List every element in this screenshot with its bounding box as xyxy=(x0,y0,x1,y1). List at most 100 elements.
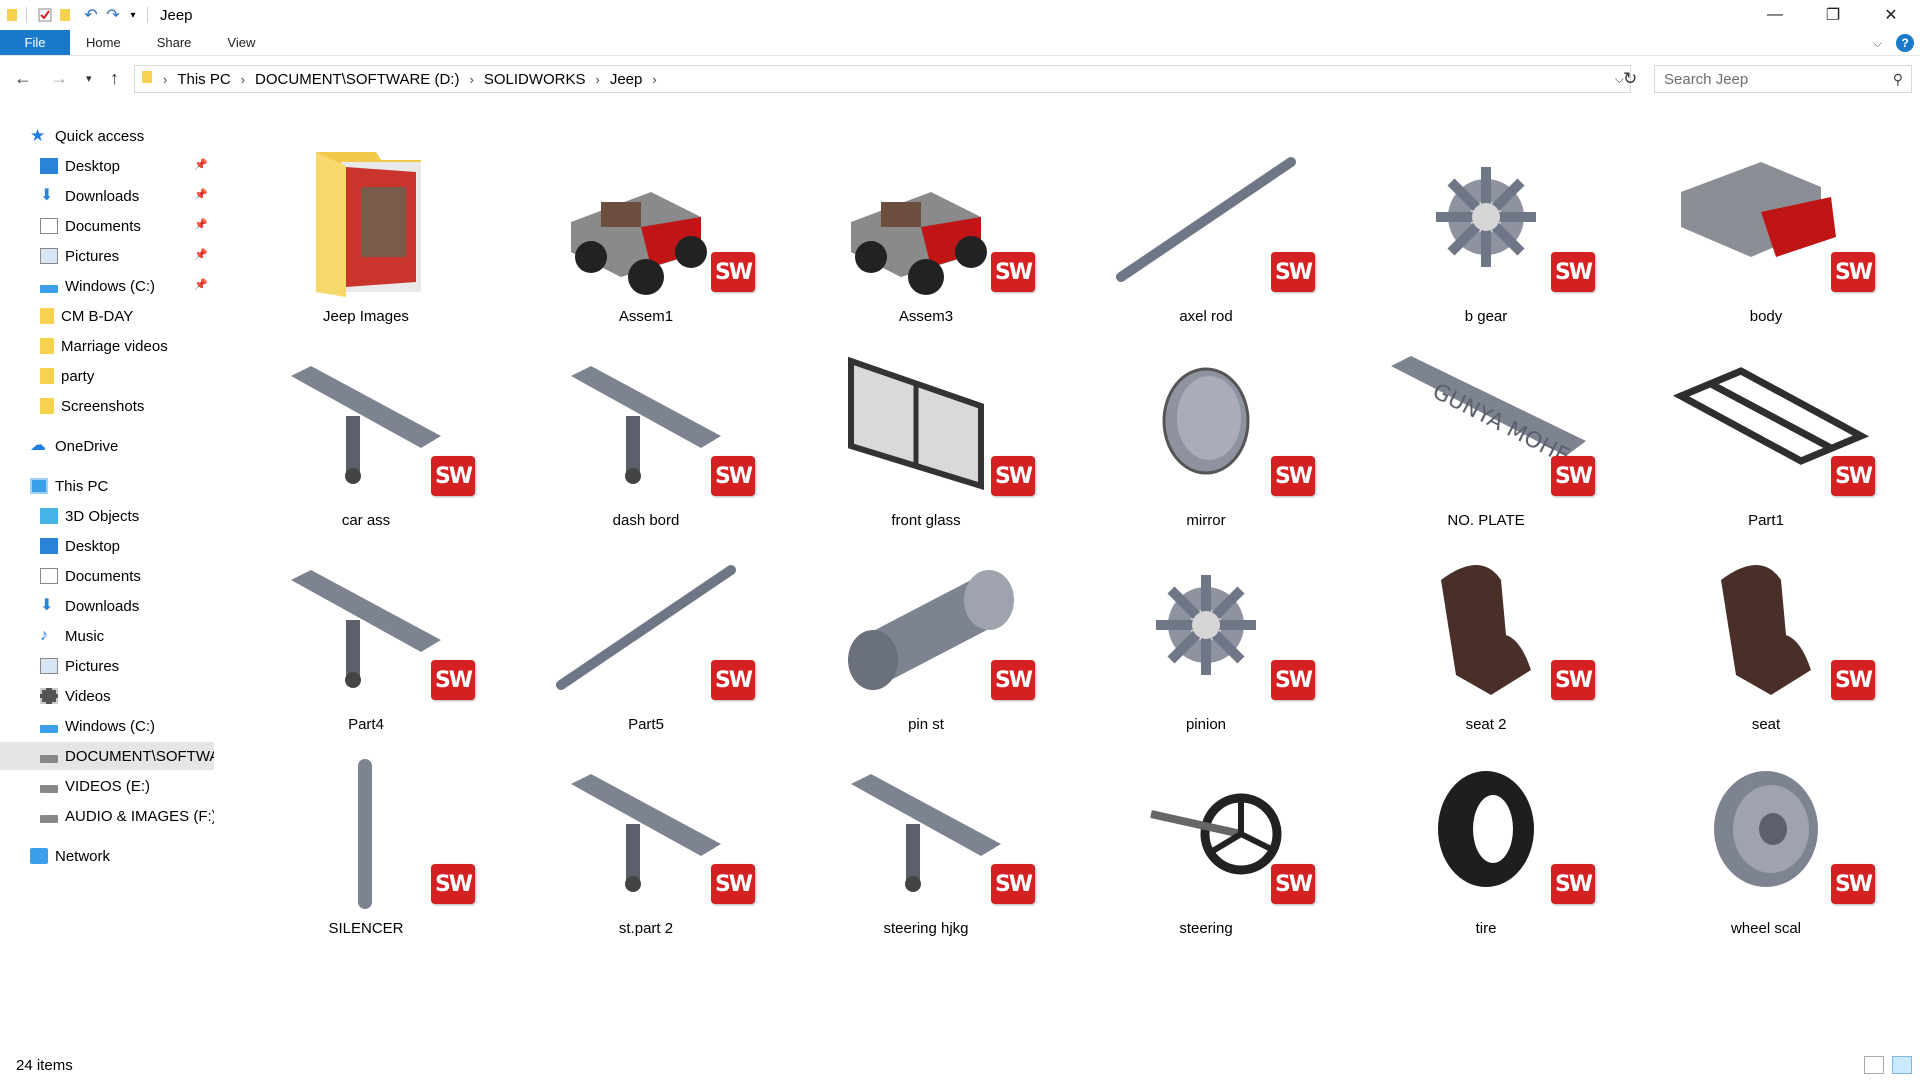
sidebar-item-pictures[interactable]: Pictures 📌 xyxy=(40,242,214,270)
back-arrow-icon[interactable]: ← xyxy=(14,68,32,89)
pin-icon[interactable]: 📌 xyxy=(194,278,208,291)
file-item[interactable]: SW dash bord xyxy=(516,336,776,540)
file-item[interactable]: Jeep Images xyxy=(236,132,496,336)
pin-icon[interactable]: 📌 xyxy=(194,188,208,201)
file-item[interactable]: GUNYA MOHE SW NO. PLATE xyxy=(1356,336,1616,540)
file-item[interactable]: SW seat xyxy=(1636,540,1896,744)
chevron-right-icon[interactable]: › xyxy=(163,72,167,87)
solidworks-icon: SW xyxy=(1551,864,1595,904)
file-item[interactable]: SW mirror xyxy=(1076,336,1336,540)
file-item[interactable]: SW seat 2 xyxy=(1356,540,1616,744)
file-item[interactable]: SW wheel scal xyxy=(1636,744,1896,948)
sidebar-item-party[interactable]: party xyxy=(40,362,214,390)
file-item[interactable]: SW axel rod xyxy=(1076,132,1336,336)
pin-icon[interactable]: 📌 xyxy=(194,158,208,171)
sidebar-item-drive-d[interactable]: DOCUMENT\SOFTWARE (D:) xyxy=(0,742,214,770)
details-view-button[interactable] xyxy=(1864,1056,1884,1074)
sidebar-label: Downloads xyxy=(65,187,140,205)
file-item[interactable]: SW Part1 xyxy=(1636,336,1896,540)
file-item[interactable]: SW tire xyxy=(1356,744,1616,948)
solidworks-icon: SW xyxy=(991,252,1035,292)
sidebar-label: Desktop xyxy=(65,537,121,555)
sidebar-item-pc-downloads[interactable]: ⬇ Downloads xyxy=(40,592,214,620)
expand-ribbon-icon[interactable]: ⌵ xyxy=(1873,36,1882,51)
rim-thumbnail: SW xyxy=(1651,744,1881,914)
sidebar-item-network[interactable]: Network xyxy=(30,842,210,870)
cube-icon xyxy=(40,508,58,524)
file-item[interactable]: SW st.part 2 xyxy=(516,744,776,948)
file-item[interactable]: SW Assem1 xyxy=(516,132,776,336)
sidebar-item-videos[interactable]: Videos xyxy=(40,682,214,710)
maximize-button[interactable]: ❐ xyxy=(1804,0,1862,30)
sidebar-item-desktop[interactable]: Desktop 📌 xyxy=(40,152,214,180)
chevron-right-icon[interactable]: › xyxy=(652,72,656,87)
sidebar-item-windows-c[interactable]: Windows (C:) 📌 xyxy=(40,272,214,300)
sidebar-item-this-pc[interactable]: This PC xyxy=(30,472,210,500)
search-input[interactable]: Search Jeep ⚲ xyxy=(1654,65,1912,93)
sidebar-item-screenshots[interactable]: Screenshots xyxy=(40,392,214,420)
file-item[interactable]: SW SILENCER xyxy=(236,744,496,948)
file-item[interactable]: SW Part4 xyxy=(236,540,496,744)
sidebar-label: Marriage videos xyxy=(61,337,168,355)
file-item[interactable]: SW pin st xyxy=(796,540,1056,744)
solidworks-icon: SW xyxy=(711,864,755,904)
frame-thumbnail: SW xyxy=(1651,336,1881,506)
file-item[interactable]: SW pinion xyxy=(1076,540,1336,744)
chevron-right-icon[interactable]: › xyxy=(469,72,473,87)
file-item[interactable]: SW Part5 xyxy=(516,540,776,744)
breadcrumb-jeep[interactable]: Jeep xyxy=(610,71,643,88)
redo-icon[interactable]: ↷ xyxy=(105,7,121,24)
sidebar-item-drive-e[interactable]: VIDEOS (E:) xyxy=(40,772,214,800)
refresh-icon[interactable]: ↻ xyxy=(1623,69,1637,89)
tab-home[interactable]: Home xyxy=(70,30,139,55)
tab-view[interactable]: View xyxy=(209,30,273,55)
sidebar-item-cm-bday[interactable]: CM B-DAY xyxy=(40,302,214,330)
minimize-button[interactable]: — xyxy=(1746,0,1804,30)
undo-icon[interactable]: ↶ xyxy=(83,7,99,24)
sidebar-label: Quick access xyxy=(55,127,145,145)
file-item[interactable]: SW steering hjkg xyxy=(796,744,1056,948)
up-arrow-icon[interactable]: ↑ xyxy=(110,68,119,89)
folder-icon xyxy=(141,70,153,88)
sidebar-item-pc-desktop[interactable]: Desktop xyxy=(40,532,214,560)
file-item[interactable]: SW car ass xyxy=(236,336,496,540)
file-item[interactable]: SW front glass xyxy=(796,336,1056,540)
address-bar[interactable]: › This PC › DOCUMENT\SOFTWARE (D:) › SOL… xyxy=(134,65,1631,93)
breadcrumb-this-pc[interactable]: This PC xyxy=(177,71,230,88)
properties-icon[interactable] xyxy=(37,7,53,23)
sidebar-item-music[interactable]: ♪ Music xyxy=(40,622,214,650)
forward-arrow-icon[interactable]: → xyxy=(50,68,68,89)
tire-thumbnail: SW xyxy=(1371,744,1601,914)
sidebar-item-3d-objects[interactable]: 3D Objects xyxy=(40,502,214,530)
recent-locations-icon[interactable]: ▾ xyxy=(86,72,92,85)
large-icons-view-button[interactable] xyxy=(1892,1056,1912,1074)
file-item[interactable]: SW steering xyxy=(1076,744,1336,948)
customize-toolbar-icon[interactable]: ▾ xyxy=(125,7,141,23)
sidebar-label: Documents xyxy=(65,217,141,235)
chevron-right-icon[interactable]: › xyxy=(596,72,600,87)
sidebar-item-documents[interactable]: Documents 📌 xyxy=(40,212,214,240)
sidebar-item-pc-pictures[interactable]: Pictures xyxy=(40,652,214,680)
sidebar-item-downloads[interactable]: ⬇ Downloads 📌 xyxy=(40,182,214,210)
close-button[interactable]: ✕ xyxy=(1862,0,1920,30)
file-item[interactable]: SW b gear xyxy=(1356,132,1616,336)
sidebar-item-onedrive[interactable]: ☁ OneDrive xyxy=(30,432,210,460)
help-button[interactable]: ? xyxy=(1896,34,1914,52)
sidebar-item-quick-access[interactable]: ★ Quick access xyxy=(30,122,210,150)
tab-file[interactable]: File xyxy=(0,30,70,55)
breadcrumb-solidworks[interactable]: SOLIDWORKS xyxy=(484,71,586,88)
sidebar-item-pc-documents[interactable]: Documents xyxy=(40,562,214,590)
pin-icon[interactable]: 📌 xyxy=(194,218,208,231)
chevron-right-icon[interactable]: › xyxy=(241,72,245,87)
breadcrumb-drive-d[interactable]: DOCUMENT\SOFTWARE (D:) xyxy=(255,71,459,88)
new-folder-icon[interactable] xyxy=(57,7,73,23)
sidebar-item-pc-windows-c[interactable]: Windows (C:) xyxy=(40,712,214,740)
file-item[interactable]: SW body xyxy=(1636,132,1896,336)
sidebar-label: 3D Objects xyxy=(65,507,140,525)
sidebar-item-drive-f[interactable]: AUDIO & IMAGES (F:) xyxy=(40,802,214,830)
solidworks-icon: SW xyxy=(1551,252,1595,292)
tab-share[interactable]: Share xyxy=(139,30,210,55)
sidebar-item-marriage-videos[interactable]: Marriage videos xyxy=(40,332,214,360)
file-item[interactable]: SW Assem3 xyxy=(796,132,1056,336)
pin-icon[interactable]: 📌 xyxy=(194,248,208,261)
